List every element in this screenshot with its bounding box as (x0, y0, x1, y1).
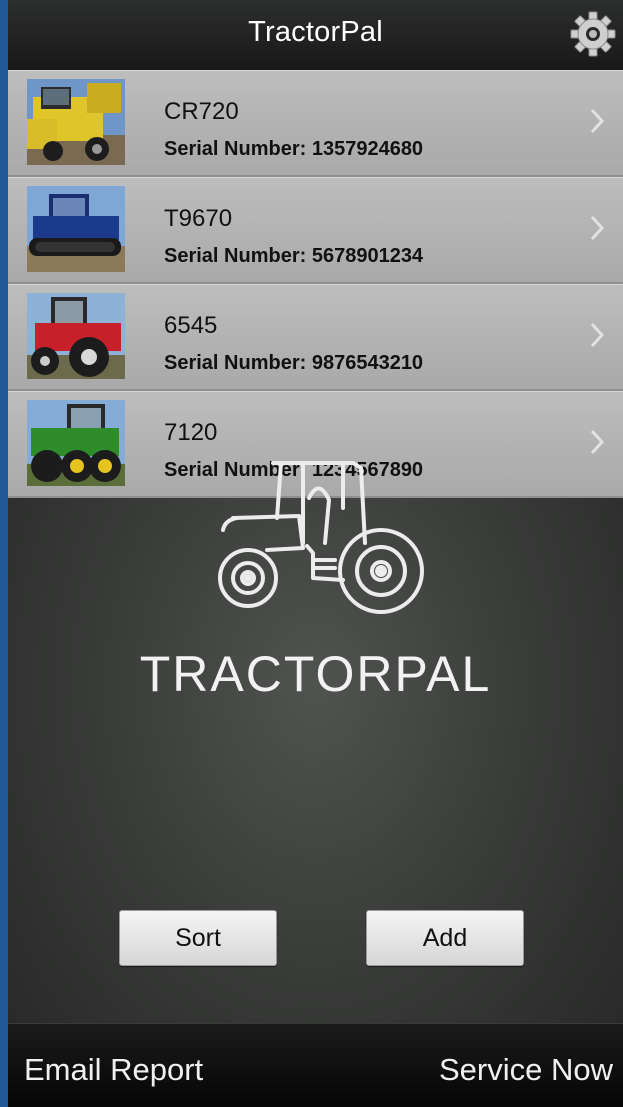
navigation-bar: TractorPal (8, 0, 623, 71)
model-name: T9670 (164, 205, 233, 232)
serial-label: Serial Number: (164, 245, 307, 267)
app-screen: TractorPal CR720 Serial Number: 13579246… (8, 0, 623, 1107)
serial-value: 1357924680 (311, 138, 424, 160)
serial-value: 9876543210 (311, 352, 424, 374)
chevron-right-icon (590, 322, 605, 348)
app-title: TractorPal (248, 16, 383, 48)
sort-button[interactable]: Sort (119, 910, 277, 966)
serial-number: Serial Number: 5678901234 (164, 245, 423, 268)
red-tractor-photo (27, 293, 125, 379)
serial-value: 5678901234 (311, 245, 424, 267)
email-report-button[interactable]: Email Report (24, 1052, 203, 1088)
gear-icon[interactable] (569, 10, 617, 58)
chevron-right-icon (590, 429, 605, 455)
model-name: CR720 (164, 98, 239, 125)
add-button[interactable]: Add (366, 910, 524, 966)
brand-wordmark: TRACTORPAL (139, 646, 492, 702)
chevron-right-icon (590, 215, 605, 241)
equipment-row[interactable]: T9670 Serial Number: 5678901234 (8, 177, 623, 284)
equipment-list: CR720 Serial Number: 1357924680 T9670 Se… (8, 70, 623, 498)
yellow-combine-photo (27, 79, 125, 165)
model-name: 6545 (164, 312, 218, 339)
equipment-row[interactable]: CR720 Serial Number: 1357924680 (8, 70, 623, 177)
bottom-toolbar: Email Report Service Now (8, 1023, 623, 1107)
equipment-row[interactable]: 6545 Serial Number: 9876543210 (8, 284, 623, 391)
tractor-outline-logo (218, 461, 424, 614)
serial-number: Serial Number: 1357924680 (164, 138, 423, 161)
green-tractor-photo (27, 400, 125, 486)
service-now-button[interactable]: Service Now (439, 1052, 613, 1088)
model-name: 7120 (164, 419, 218, 446)
serial-number: Serial Number: 9876543210 (164, 352, 423, 375)
serial-label: Serial Number: (164, 138, 307, 160)
blue-track-tractor-photo (27, 186, 125, 272)
chevron-right-icon (590, 108, 605, 134)
serial-label: Serial Number: (164, 352, 307, 374)
